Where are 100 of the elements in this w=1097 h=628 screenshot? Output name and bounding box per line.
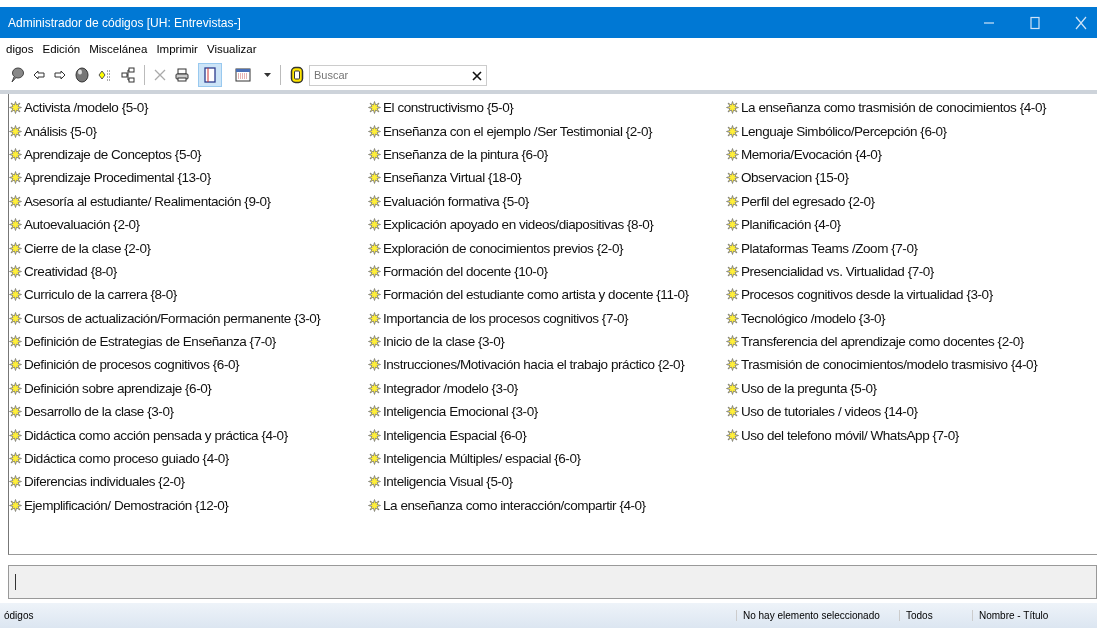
code-icon [9,452,22,466]
code-item[interactable]: Diferencias individuales {2-0} [9,470,368,494]
code-icon [9,381,22,395]
code-icon [368,452,381,466]
code-icon [368,101,381,115]
code-item[interactable]: Lenguaje Simbólico/Percepción {6-0} [726,119,1097,143]
menu-item[interactable]: digos [6,43,34,55]
code-item[interactable]: Aprendizaje de Conceptos {5-0} [9,142,368,167]
code-icon [9,218,22,232]
code-item[interactable]: Didáctica como acción pensada y práctica {4-0} [9,423,368,447]
code-icon [726,124,739,138]
code-item[interactable]: Asesoría al estudiante/ Realimentación {9-0} [9,189,368,213]
maximize-icon[interactable] [1029,15,1041,30]
code-item[interactable]: Curriculo de la carrera {8-0} [9,283,368,307]
code-item[interactable]: Observacion {15-0} [726,166,1097,190]
code-item[interactable]: Evaluación formativa {5-0} [368,189,726,213]
code-item[interactable]: Análisis {5-0} [9,119,368,143]
code-icon [726,147,739,161]
code-item[interactable]: Enseñanza de la pintura {6-0} [368,142,726,167]
code-item[interactable]: Procesos cognitivos desde la virtualidad {3-0} [726,283,1097,307]
code-icon [726,405,739,419]
comment-field[interactable] [8,565,1097,599]
code-frame-icon[interactable] [290,66,304,84]
window-title: Administrador de códigos [UH: Entrevistas-] [7,15,241,30]
code-item[interactable]: Uso de la pregunta {5-0} [726,376,1097,401]
search-field[interactable]: Buscar [309,64,487,86]
code-item[interactable]: La enseñanza como trasmisión de conocimientos {4-0} [726,96,1097,120]
menu-item[interactable]: Edición [42,43,81,55]
code-item[interactable]: Tecnológico /modelo {3-0} [726,306,1097,330]
code-item[interactable]: Creatividad {8-0} [9,259,368,284]
code-icon [9,124,22,138]
code-item[interactable]: Enseñanza Virtual {18-0} [368,166,726,190]
panel-icon[interactable] [198,63,222,87]
code-item[interactable]: Inicio de la clase {3-0} [368,329,726,354]
code-item[interactable]: Desarrollo de la clase {3-0} [9,400,368,424]
code-item[interactable]: Formación del docente {10-0} [368,259,726,284]
code-item[interactable]: Autoevaluación {2-0} [9,212,368,237]
code-item[interactable]: Inteligencia Espacial {6-0} [368,423,726,447]
code-icon [368,124,381,138]
arrow-right-icon[interactable] [54,70,66,80]
menu-item[interactable]: Visualizar [206,43,257,55]
code-item[interactable]: Cursos de actualización/Formación permanente {3-0} [9,306,368,330]
sphere-icon[interactable] [75,67,89,83]
code-icon [368,311,381,325]
code-icon [368,218,381,232]
code-icon [9,171,22,185]
code-item[interactable]: Inteligencia Múltiples/ espacial {6-0} [368,446,726,471]
speech-bubble-icon[interactable] [10,67,24,83]
code-icon [368,171,381,185]
code-item[interactable]: Uso de tutoriales / videos {14-0} [726,400,1097,424]
close-icon[interactable] [1075,15,1087,30]
code-item[interactable]: Integrador /modelo {3-0} [368,376,726,401]
code-icon [9,335,22,349]
code-icon [368,405,381,419]
code-icon [726,101,739,115]
code-item[interactable]: Transferencia del aprendizaje como docentes {2-0} [726,329,1097,354]
printer-icon[interactable] [175,68,189,82]
code-item[interactable]: Importancia de los procesos cognitivos {7-0} [368,306,726,330]
status-text: ódigos [3,610,35,621]
code-item[interactable]: Plataformas Teams /Zoom {7-0} [726,236,1097,260]
code-icon [726,428,739,442]
code-item[interactable]: Cierre de la clase {2-0} [9,236,368,260]
code-item[interactable]: Definición de Estrategias de Enseñanza {7-0} [9,329,368,354]
code-item[interactable]: La enseñanza como interacción/compartir {4-0} [368,493,726,518]
code-item[interactable]: Aprendizaje Procedimental {13-0} [9,166,368,190]
code-item[interactable]: Definición sobre aprendizaje {6-0} [9,376,368,401]
code-item[interactable]: Didáctica como proceso guiado {4-0} [9,446,368,471]
code-icon [726,381,739,395]
code-item[interactable]: Memoria/Evocación {4-0} [726,142,1097,167]
code-item[interactable]: Formación del estudiante como artista y docente {11-0} [368,283,726,307]
code-icon [726,171,739,185]
code-icon [9,101,22,115]
status-text: Todos [899,610,972,621]
code-icon [368,194,381,208]
code-item[interactable]: Inteligencia Emocional {3-0} [368,400,726,424]
menu-item[interactable]: Imprimir [156,43,198,55]
code-item[interactable]: Definición de procesos cognitivos {6-0} [9,353,368,377]
code-item[interactable]: Activista /modelo {5-0} [9,96,368,120]
hierarchy-icon[interactable] [121,67,135,83]
caret-icon[interactable] [264,73,271,77]
code-item[interactable]: Enseñanza con el ejemplo /Ser Testimonial {2-0} [368,119,726,143]
code-item[interactable]: Exploración de conocimientos previos {2-0} [368,236,726,260]
menu-item[interactable]: Miscelánea [89,43,148,55]
code-icon [726,311,739,325]
clear-icon[interactable] [472,70,482,81]
code-item[interactable]: Presencialidad vs. Virtualidad {7-0} [726,259,1097,284]
code-item[interactable]: Planificación {4-0} [726,212,1097,237]
code-item[interactable]: Trasmisión de conocimientos/modelo trasmisivo {4-0} [726,353,1097,377]
arrow-left-icon[interactable] [33,70,45,80]
code-item[interactable]: Inteligencia Visual {5-0} [368,470,726,494]
code-item[interactable]: Uso del telefono móvil/ WhatsApp {7-0} [726,423,1097,447]
code-item[interactable]: El constructivismo {5-0} [368,96,726,120]
diamond-list-icon[interactable] [98,68,112,82]
code-item[interactable]: Ejemplificación/ Demostración {12-0} [9,493,368,518]
status-text: No hay elemento seleccionado [736,610,899,621]
code-item[interactable]: Explicación apoyado en videos/diapositivas {8-0} [368,212,726,237]
code-item[interactable]: Instrucciones/Motivación hacia el trabajo práctico {2-0} [368,353,726,377]
code-icon [9,194,22,208]
code-item[interactable]: Perfil del egresado {2-0} [726,189,1097,213]
code-icon [9,475,22,489]
